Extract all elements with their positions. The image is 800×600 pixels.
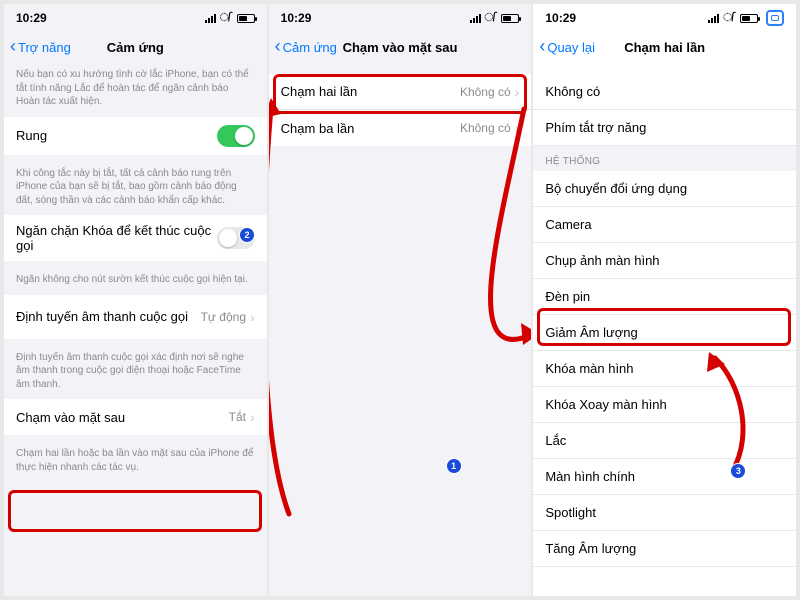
group-audio-routing: Định tuyến âm thanh cuộc gọi Tự động › <box>4 295 267 339</box>
row-lock-end-call[interactable]: Ngăn chặn Khóa để kết thúc cuộc gọi <box>4 215 267 261</box>
audio-routing-note: Định tuyến âm thanh cuộc gọi xác định nơ… <box>4 345 267 400</box>
step-badge-1: 1 <box>447 459 461 473</box>
row-back-tap[interactable]: Chạm vào mặt sau Tắt › <box>4 399 267 435</box>
back-button[interactable]: ‹ Trợ năng <box>10 39 71 55</box>
back-button[interactable]: ‹ Cảm ứng <box>275 39 337 55</box>
camera-scan-icon[interactable] <box>766 10 784 26</box>
intro-note: Nếu bạn có xu hướng tình cờ lắc iPhone, … <box>4 62 267 117</box>
battery-icon <box>237 14 255 23</box>
status-indicators: ᳷︎ <box>470 12 520 25</box>
nav-header: ‹ Trợ năng Cảm ứng <box>4 32 267 62</box>
vibration-toggle[interactable] <box>217 125 255 147</box>
row-lock-screen[interactable]: Khóa màn hình <box>533 351 796 387</box>
section-system: HỆ THỐNG <box>533 146 796 171</box>
wifi-icon: ᳷︎ <box>485 12 498 25</box>
chevron-left-icon: ‹ <box>275 37 281 55</box>
row-accessibility-shortcut[interactable]: Phím tắt trợ năng <box>533 110 796 146</box>
clock: 10:29 <box>16 11 47 25</box>
audio-routing-value: Tự động <box>201 310 246 324</box>
battery-icon <box>740 14 758 23</box>
signal-icon <box>470 14 481 23</box>
row-triple-tap[interactable]: Chạm ba lần Không có › <box>269 110 532 146</box>
row-shake[interactable]: Lắc <box>533 423 796 459</box>
wifi-icon: ᳷︎ <box>723 12 736 25</box>
row-spotlight[interactable]: Spotlight <box>533 495 796 531</box>
chevron-right-icon: › <box>515 84 520 100</box>
vibration-note: Khi công tắc này bị tắt, tất cả cảnh báo… <box>4 161 267 216</box>
nav-header: ‹ Cảm ứng Chạm vào mặt sau <box>269 32 532 62</box>
back-label: Quay lại <box>547 40 595 55</box>
chevron-left-icon: ‹ <box>10 37 16 55</box>
chevron-right-icon: › <box>515 120 520 136</box>
chevron-right-icon: › <box>250 409 255 425</box>
row-rotation-lock[interactable]: Khóa Xoay màn hình <box>533 387 796 423</box>
highlight-back-tap <box>8 490 262 532</box>
back-label: Trợ năng <box>18 40 71 55</box>
status-bar: 10:29 ᳷︎ <box>4 4 267 32</box>
row-vibration[interactable]: Rung <box>4 117 267 155</box>
clock: 10:29 <box>545 11 576 25</box>
status-indicators: ᳷︎ <box>205 12 255 25</box>
arrow-backtap-to-here <box>269 84 309 524</box>
back-label: Cảm ứng <box>283 40 337 55</box>
row-flashlight[interactable]: Đèn pin <box>533 279 796 315</box>
status-indicators: ᳷︎ <box>708 10 784 26</box>
group-tap-options: Chạm hai lần Không có › Chạm ba lần Khôn… <box>269 74 532 146</box>
chevron-left-icon: ‹ <box>539 37 545 55</box>
step-badge-2: 2 <box>240 228 254 242</box>
audio-routing-label: Định tuyến âm thanh cuộc gọi <box>16 309 201 324</box>
lock-end-call-note: Ngăn không cho nút sườn kết thúc cuộc gọ… <box>4 267 267 295</box>
row-home-screen[interactable]: Màn hình chính <box>533 459 796 495</box>
double-tap-label: Chạm hai lần <box>281 84 460 99</box>
back-tap-label: Chạm vào mặt sau <box>16 410 229 425</box>
back-tap-note: Chạm hai lần hoặc ba lần vào mặt sau của… <box>4 441 267 482</box>
row-volume-up[interactable]: Tăng Âm lượng <box>533 531 796 567</box>
row-camera[interactable]: Camera <box>533 207 796 243</box>
row-app-switcher[interactable]: Bộ chuyển đổi ứng dụng <box>533 171 796 207</box>
phone-screen-3: 10:29 ᳷︎ ‹ Quay lại Chạm hai lần Không c… <box>533 4 796 596</box>
row-volume-down[interactable]: Giảm Âm lượng <box>533 315 796 351</box>
phone-screen-1: 10:29 ᳷︎ ‹ Trợ năng Cảm ứng Nếu bạn có x… <box>4 4 267 596</box>
back-tap-value: Tắt <box>229 410 246 424</box>
nav-header: ‹ Quay lại Chạm hai lần <box>533 32 796 62</box>
none-label: Không có <box>545 84 784 99</box>
arrow-doubletap-to-flashlight <box>429 109 532 489</box>
three-phone-tutorial: 10:29 ᳷︎ ‹ Trợ năng Cảm ứng Nếu bạn có x… <box>4 4 796 596</box>
lock-end-call-label: Ngăn chặn Khóa để kết thúc cuộc gọi <box>16 223 217 253</box>
vibration-label: Rung <box>16 128 217 143</box>
row-double-tap[interactable]: Chạm hai lần Không có › <box>269 74 532 110</box>
signal-icon <box>708 14 719 23</box>
group-lock-end-call: Ngăn chặn Khóa để kết thúc cuộc gọi <box>4 215 267 261</box>
back-button[interactable]: ‹ Quay lại <box>539 39 595 55</box>
acc-shortcut-label: Phím tắt trợ năng <box>545 120 784 135</box>
row-audio-routing[interactable]: Định tuyến âm thanh cuộc gọi Tự động › <box>4 295 267 339</box>
status-bar: 10:29 ᳷︎ <box>533 4 796 32</box>
battery-icon <box>501 14 519 23</box>
double-tap-value: Không có <box>460 85 511 99</box>
group-vibration: Rung <box>4 117 267 155</box>
triple-tap-value: Không có <box>460 121 511 135</box>
row-screenshot[interactable]: Chụp ảnh màn hình <box>533 243 796 279</box>
group-back-tap: Chạm vào mặt sau Tắt › <box>4 399 267 435</box>
phone-screen-2: 10:29 ᳷︎ ‹ Cảm ứng Chạm vào mặt sau Chạm… <box>269 4 532 596</box>
signal-icon <box>205 14 216 23</box>
chevron-right-icon: › <box>250 309 255 325</box>
status-bar: 10:29 ᳷︎ <box>269 4 532 32</box>
wifi-icon: ᳷︎ <box>220 12 233 25</box>
triple-tap-label: Chạm ba lần <box>281 121 460 136</box>
clock: 10:29 <box>281 11 312 25</box>
row-none[interactable]: Không có <box>533 74 796 110</box>
